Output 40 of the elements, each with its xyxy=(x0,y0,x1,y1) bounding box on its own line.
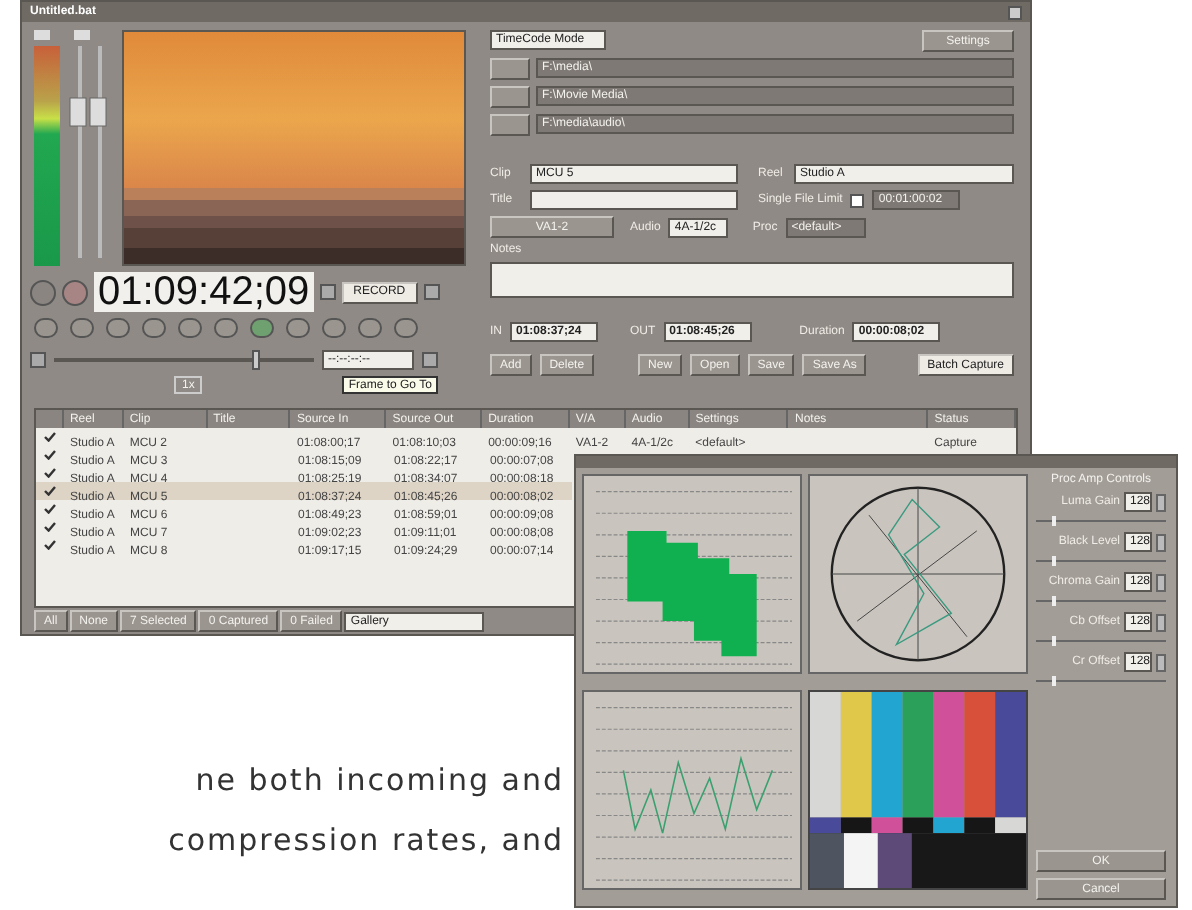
transport-button[interactable] xyxy=(142,318,166,338)
transport-button[interactable] xyxy=(106,318,130,338)
timecode-display: 01:09:42;09 xyxy=(94,272,314,312)
folder-button[interactable] xyxy=(490,86,530,108)
check-icon[interactable] xyxy=(44,486,56,496)
folder-button[interactable] xyxy=(490,58,530,80)
transport-button[interactable] xyxy=(178,318,202,338)
folder-button[interactable] xyxy=(490,114,530,136)
spin-button[interactable] xyxy=(1156,613,1166,631)
caption-text: ne both incoming and xyxy=(195,760,564,800)
small-button[interactable] xyxy=(30,352,46,368)
spin-button[interactable] xyxy=(1156,653,1166,671)
shuttle-slider[interactable] xyxy=(54,350,314,370)
check-icon[interactable] xyxy=(44,468,56,478)
small-button[interactable] xyxy=(319,284,336,300)
record-indicator[interactable] xyxy=(62,279,88,305)
check-icon[interactable] xyxy=(43,432,56,442)
transport-button[interactable] xyxy=(394,318,418,338)
transport-button[interactable] xyxy=(358,318,382,338)
caption-text: compression rates, and xyxy=(168,820,564,860)
transport-button[interactable] xyxy=(250,318,274,338)
checkbox[interactable] xyxy=(850,193,865,207)
title-field[interactable] xyxy=(530,190,738,210)
transport-button[interactable] xyxy=(322,318,346,338)
transport-button[interactable] xyxy=(286,318,310,338)
check-icon[interactable] xyxy=(44,504,56,514)
check-icon[interactable] xyxy=(44,540,56,550)
notes-field[interactable] xyxy=(490,262,1014,298)
close-button[interactable] xyxy=(1008,5,1022,19)
spin-button[interactable] xyxy=(1156,533,1166,551)
small-button[interactable] xyxy=(423,284,440,300)
check-icon[interactable] xyxy=(44,450,56,460)
spin-button[interactable] xyxy=(1156,493,1166,511)
check-icon[interactable] xyxy=(44,522,56,532)
spin-button[interactable] xyxy=(1156,573,1166,591)
round-button[interactable] xyxy=(30,279,56,305)
transport-button[interactable] xyxy=(214,318,238,338)
transport-button[interactable] xyxy=(70,318,94,338)
transport-button[interactable] xyxy=(34,318,58,338)
small-button[interactable] xyxy=(422,352,438,368)
